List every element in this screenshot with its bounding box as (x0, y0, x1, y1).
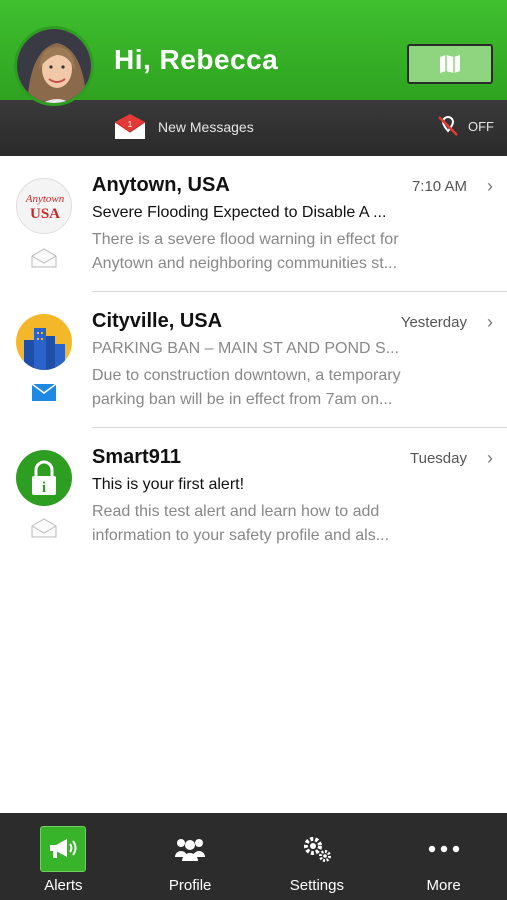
list-item[interactable]: Anytown USA Anytown, USA 7:10 AM › Sever… (0, 156, 507, 292)
list-item[interactable]: Cityville, USA Yesterday › PARKING BAN –… (0, 292, 507, 428)
lock-icon: i (16, 450, 72, 506)
location-toggle[interactable]: OFF (436, 114, 494, 138)
alert-preview: Due to construction downtown, a temporar… (92, 367, 401, 408)
tab-settings[interactable]: Settings (254, 813, 381, 900)
location-off-icon (438, 115, 458, 136)
alert-title: Smart911 (92, 446, 181, 468)
tab-profile[interactable]: Profile (127, 813, 254, 900)
tab-label: Settings (289, 877, 344, 894)
alert-title: Cityville, USA (92, 310, 223, 332)
envelope-icon: 1 (114, 114, 146, 140)
svg-text:Anytown: Anytown (25, 193, 65, 205)
read-envelope-icon (31, 518, 57, 538)
new-messages-count: 1 (128, 120, 133, 129)
view-toggle[interactable] (407, 44, 493, 84)
alert-time: Tuesday (410, 450, 467, 467)
chevron-right-icon: › (487, 312, 493, 332)
new-messages-indicator[interactable]: 1 New Messages (114, 114, 254, 140)
anytown-logo: Anytown USA (16, 178, 72, 234)
map-view-button[interactable] (409, 46, 491, 82)
people-icon (167, 826, 213, 872)
alert-time: 7:10 AM (411, 178, 467, 195)
svg-text:i: i (42, 480, 46, 496)
alert-list: Anytown USA Anytown, USA 7:10 AM › Sever… (0, 156, 507, 564)
greeting-title: Hi, Rebecca (114, 44, 279, 75)
alert-title: Anytown, USA (92, 174, 230, 196)
bottom-tab-bar: Alerts Profile Settings More (0, 813, 507, 900)
chevron-right-icon: › (487, 448, 493, 468)
more-dots-icon (421, 826, 467, 872)
alert-preview: Read this test alert and learn how to ad… (92, 503, 390, 544)
alert-time: Yesterday (400, 314, 467, 331)
gears-icon (294, 826, 340, 872)
alert-preview: There is a severe flood warning in effec… (92, 231, 399, 272)
map-icon (440, 55, 460, 73)
tab-label: Profile (168, 877, 212, 894)
list-item[interactable]: i Smart911 Tuesday › This is your first … (0, 428, 507, 564)
alert-subject: PARKING BAN – MAIN ST AND POND S... (92, 340, 400, 357)
read-envelope-icon (31, 248, 57, 268)
alert-subject: This is your first alert! (92, 476, 245, 493)
megaphone-icon (40, 826, 87, 872)
chevron-right-icon: › (487, 176, 493, 196)
svg-text:USA: USA (30, 206, 60, 222)
status-bar: 1 New Messages OFF (0, 100, 507, 156)
alert-subject: Severe Flooding Expected to Disable A ..… (92, 204, 387, 221)
location-status: OFF (468, 118, 494, 134)
tab-label: Alerts (44, 877, 83, 894)
avatar[interactable] (14, 26, 94, 106)
tab-label: More (426, 877, 461, 894)
unread-envelope-icon (31, 382, 57, 402)
tab-more[interactable]: More (380, 813, 507, 900)
city-skyline-icon (16, 314, 72, 370)
new-messages-label: New Messages (158, 119, 254, 135)
tab-alerts[interactable]: Alerts (0, 813, 127, 900)
